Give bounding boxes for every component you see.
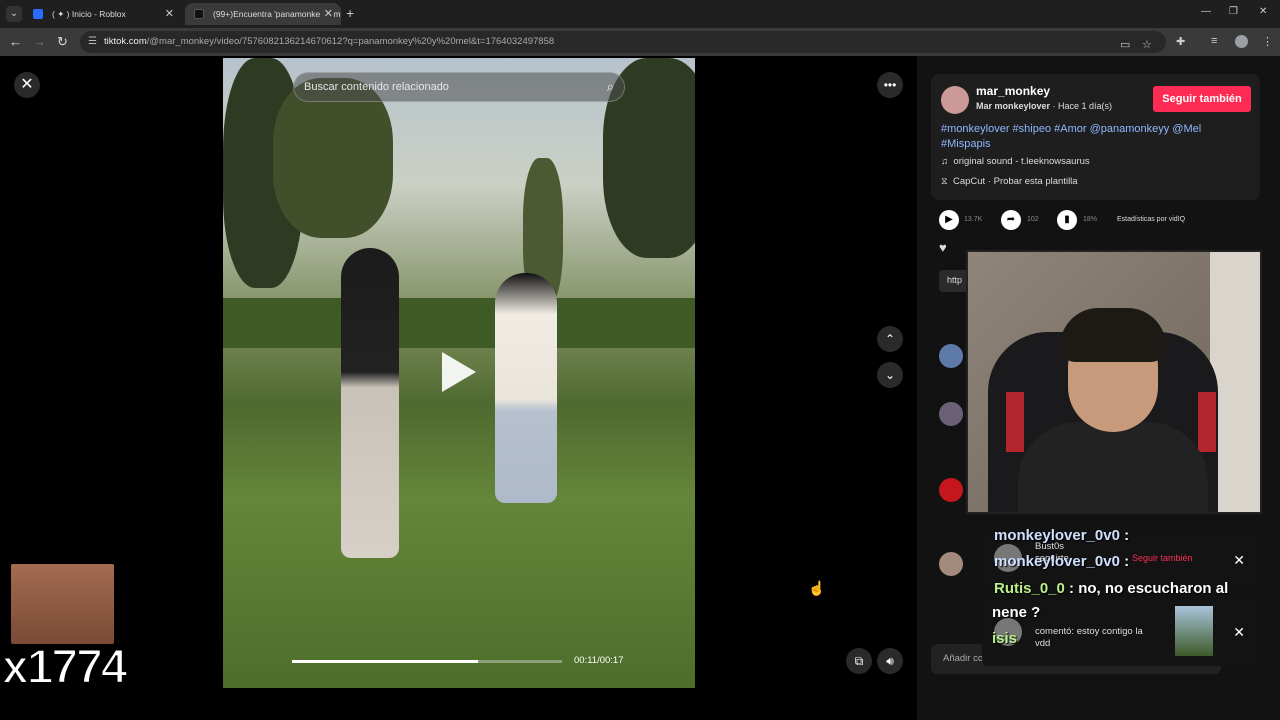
author-display-name: Mar monkeylover	[976, 101, 1051, 111]
profile-avatar[interactable]	[1235, 35, 1248, 48]
share-icon[interactable]: ➦	[1001, 210, 1021, 230]
close-video-button[interactable]: ✕	[14, 72, 40, 98]
forward-icon[interactable]: →	[33, 34, 46, 49]
chat-username: monkeylover_0v0	[994, 527, 1120, 544]
plays-icon: ▶	[939, 210, 959, 230]
cast-icon[interactable]: ▭	[1120, 38, 1130, 51]
tab-title: ( ✦ ) Inicio - Roblox	[52, 9, 126, 19]
post-info-card: mar_monkey Mar monkeylover · Hace 1 día(…	[931, 74, 1260, 200]
site-info-icon[interactable]: ☰	[88, 36, 97, 47]
next-video-icon[interactable]: ⌄	[877, 362, 903, 388]
menu-kebab-icon[interactable]: ⋮	[1262, 35, 1273, 48]
chat-message: isis	[992, 630, 1017, 647]
follow-button[interactable]: Seguir también	[1153, 86, 1251, 112]
author-username[interactable]: mar_monkey	[976, 84, 1050, 98]
close-notification-icon[interactable]: ✕	[1233, 552, 1245, 569]
chat-username: monkeylover_0v0	[994, 553, 1120, 570]
notification-comment-text: comentó: estoy contigo la vdd	[1035, 626, 1143, 649]
plays-count: 13.7K	[964, 216, 983, 223]
address-bar[interactable]: ☰ tiktok.com/@mar_monkey/video/757608213…	[80, 31, 1166, 53]
comment-avatar[interactable]	[939, 552, 963, 576]
dancer-boy-shape	[341, 248, 399, 558]
bookmark-star-icon[interactable]: ☆	[1142, 38, 1152, 51]
chat-message: Rutis_0_0 : no, no escucharon al	[994, 580, 1229, 597]
laughing-reaction-image	[11, 564, 114, 644]
music-note-icon: ♫	[941, 156, 949, 167]
browser-tab-strip: ⌄ ( ✦ ) Inicio - Roblox ✕ (99+)Encuentra…	[0, 0, 1280, 28]
comment-avatar[interactable]	[939, 344, 963, 368]
search-icon[interactable]: ⌕	[607, 79, 614, 95]
back-icon[interactable]: ←	[9, 34, 22, 49]
new-tab-button[interactable]: +	[346, 5, 354, 21]
search-placeholder: Buscar contenido relacionado	[304, 81, 449, 93]
window-close-icon[interactable]: ✕	[1259, 6, 1267, 17]
progress-bar[interactable]	[292, 660, 562, 663]
video-frame[interactable]: Buscar contenido relacionado ⌕ 00:11/00:…	[223, 58, 695, 688]
tab-tiktok[interactable]: (99+)Encuentra 'panamonkey y mel' ✕	[185, 3, 341, 25]
hedge-shape	[223, 298, 695, 348]
minimize-icon[interactable]: —	[1201, 6, 1211, 17]
close-tab-icon[interactable]: ✕	[319, 3, 333, 25]
chat-message: monkeylover_0v0 :	[994, 553, 1130, 570]
chat-message: nene ?	[992, 604, 1041, 621]
previous-video-icon[interactable]: ⌃	[877, 326, 903, 352]
tab-roblox[interactable]: ( ✦ ) Inicio - Roblox ✕	[24, 3, 182, 25]
sound-title: original sound - t.leeknowsaurus	[953, 156, 1090, 167]
chat-message: monkeylover_0v0 :	[994, 527, 1130, 544]
comment-avatar[interactable]	[939, 478, 963, 502]
url-domain: tiktok.com	[104, 36, 147, 47]
roblox-favicon-icon	[33, 9, 43, 19]
url-text: tiktok.com/@mar_monkey/video/75760821362…	[104, 36, 554, 47]
chat-text: no, no escucharon al	[1078, 580, 1229, 597]
engagement-percent: 18%	[1083, 216, 1098, 223]
progress-fill	[292, 660, 479, 663]
reaction-counter: x1774	[1, 640, 129, 695]
comment-avatar[interactable]	[939, 402, 963, 426]
streamer-shirt-shape	[1018, 422, 1208, 512]
capcut-icon: ⧖	[941, 176, 948, 187]
notification-video-thumbnail[interactable]	[1175, 606, 1213, 656]
vidiq-label[interactable]: Estadísticas por vidIQ	[1117, 216, 1185, 223]
author-avatar[interactable]	[941, 86, 969, 114]
post-caption[interactable]: #monkeylover #shipeo #Amor @panamonkeyy …	[941, 122, 1241, 152]
close-tab-icon[interactable]: ✕	[165, 3, 174, 25]
volume-icon[interactable]: 🔊︎	[877, 648, 903, 674]
dancer-girl-shape	[495, 273, 557, 503]
extensions-icon[interactable]: ✚	[1176, 35, 1185, 48]
capcut-label: CapCut · Probar esta plantilla	[952, 176, 1078, 187]
tiktok-favicon-icon	[194, 9, 204, 19]
sound-row[interactable]: ♫ original sound - t.leeknowsaurus	[941, 156, 1090, 167]
mouse-cursor-icon: ☝	[808, 580, 826, 596]
close-notification-icon[interactable]: ✕	[1233, 624, 1245, 641]
chair-accent-shape	[1198, 392, 1216, 452]
reading-list-icon[interactable]: ≡	[1211, 35, 1217, 47]
author-meta: Mar monkeylover · Hace 1 día(s)	[976, 101, 1113, 111]
shares-count: 102	[1027, 216, 1039, 223]
capcut-row[interactable]: ⧖ CapCut · Probar esta plantilla	[941, 176, 1078, 187]
browser-toolbar: ← → ↻ ☰ tiktok.com/@mar_monkey/video/757…	[0, 28, 1280, 56]
like-icon[interactable]: ♥	[939, 240, 947, 255]
tree-shape	[273, 78, 393, 238]
video-time: 00:11/00:17	[574, 655, 624, 666]
video-player-area: ✕ Buscar contenido relacionado ⌕ 00:11/0…	[0, 56, 917, 720]
stats-bars-icon: ▮	[1057, 210, 1077, 230]
post-age: Hace 1 día(s)	[1058, 101, 1113, 111]
related-search-input[interactable]: Buscar contenido relacionado ⌕	[293, 72, 625, 102]
tab-search-button[interactable]: ⌄	[6, 6, 22, 22]
chair-accent-shape	[1006, 392, 1024, 452]
notification-follow-button[interactable]: Seguir también	[1132, 553, 1193, 563]
webcam-overlay	[966, 250, 1262, 514]
streamer-hair-shape	[1060, 308, 1166, 362]
more-options-icon[interactable]: •••	[877, 72, 903, 98]
floating-player-icon[interactable]: ⧉	[846, 648, 872, 674]
url-path: /@mar_monkey/video/7576082136214670612?q…	[146, 36, 555, 47]
restore-icon[interactable]: ❐	[1229, 6, 1238, 17]
chat-username: isis	[992, 630, 1018, 647]
play-icon[interactable]	[442, 352, 476, 392]
reload-icon[interactable]: ↻	[57, 34, 68, 50]
chat-username: Rutis_0_0	[994, 580, 1065, 597]
